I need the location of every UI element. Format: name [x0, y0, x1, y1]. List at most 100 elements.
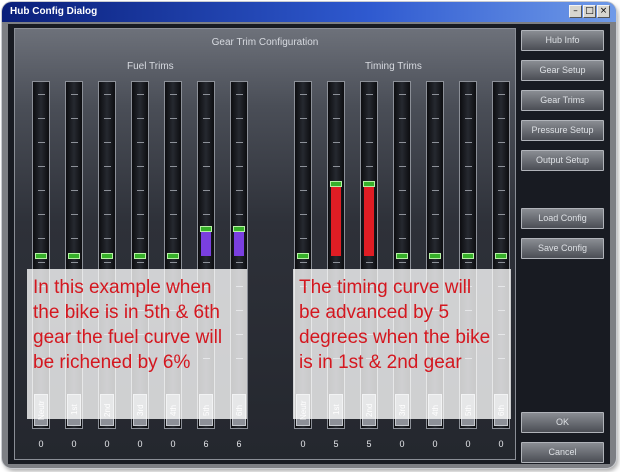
- slider-tick: [432, 262, 439, 263]
- fuel-trim-value: 0: [170, 439, 176, 449]
- slider-tick: [71, 94, 78, 95]
- gear-trim-panel: Gear Trim Configuration Fuel Trims Timin…: [14, 28, 516, 460]
- slider-thumb[interactable]: [101, 253, 113, 259]
- slider-thumb[interactable]: [134, 253, 146, 259]
- slider-tick: [236, 190, 243, 191]
- save-config-button[interactable]: Save Config: [521, 238, 604, 259]
- slider-thumb[interactable]: [462, 253, 474, 259]
- timing-trim-value: 5: [333, 439, 339, 449]
- annotation-line: be advanced by 5: [299, 302, 450, 323]
- slider-tick: [498, 262, 505, 263]
- dialog-body: Gear Trim Configuration Fuel Trims Timin…: [8, 24, 610, 464]
- slider-tick: [300, 166, 307, 167]
- fuel-trim-value: 0: [38, 439, 44, 449]
- window-controls: – □ ×: [569, 5, 610, 18]
- slider-tick: [465, 142, 472, 143]
- slider-tick: [170, 214, 177, 215]
- slider-tick: [137, 166, 144, 167]
- slider-tick: [104, 94, 111, 95]
- slider-tick: [465, 238, 472, 239]
- slider-tick: [399, 142, 406, 143]
- slider-thumb[interactable]: [396, 253, 408, 259]
- hub-info-button[interactable]: Hub Info: [521, 30, 604, 51]
- slider-tick: [71, 262, 78, 263]
- slider-tick: [300, 262, 307, 263]
- title-bar[interactable]: Hub Config Dialog – □ ×: [2, 2, 616, 22]
- slider-tick: [399, 166, 406, 167]
- slider-tick: [300, 94, 307, 95]
- slider-tick: [300, 238, 307, 239]
- slider-tick: [399, 262, 406, 263]
- slider-tick: [465, 262, 472, 263]
- slider-tick: [333, 142, 340, 143]
- slider-tick: [137, 238, 144, 239]
- slider-tick: [104, 238, 111, 239]
- slider-tick: [71, 238, 78, 239]
- slider-tick: [104, 166, 111, 167]
- slider-tick: [71, 214, 78, 215]
- fuel-trim-value: 6: [203, 439, 209, 449]
- slider-tick: [399, 238, 406, 239]
- ok-button[interactable]: OK: [521, 412, 604, 433]
- gear-trims-button[interactable]: Gear Trims: [521, 90, 604, 111]
- slider-tick: [498, 214, 505, 215]
- slider-tick: [170, 262, 177, 263]
- window-title: Hub Config Dialog: [10, 6, 98, 17]
- slider-tick: [465, 214, 472, 215]
- slider-tick: [300, 190, 307, 191]
- annotation-line: gear the fuel curve will: [33, 327, 223, 348]
- fuel-trim-value: 0: [137, 439, 143, 449]
- maximize-button[interactable]: □: [583, 5, 596, 18]
- slider-tick: [38, 262, 45, 263]
- slider-tick: [104, 214, 111, 215]
- slider-tick: [38, 94, 45, 95]
- timing-trim-value: 0: [465, 439, 471, 449]
- load-config-button[interactable]: Load Config: [521, 208, 604, 229]
- cancel-button[interactable]: Cancel: [521, 442, 604, 463]
- slider-thumb[interactable]: [167, 253, 179, 259]
- slider-thumb[interactable]: [233, 225, 245, 232]
- slider-tick: [300, 214, 307, 215]
- slider-tick: [366, 166, 373, 167]
- slider-tick: [300, 142, 307, 143]
- annotation-line: is in 1st & 2nd gear: [299, 352, 462, 373]
- dialog-window: Hub Config Dialog – □ × Gear Trim Config…: [2, 2, 616, 468]
- slider-tick: [498, 238, 505, 239]
- slider-thumb[interactable]: [363, 180, 375, 187]
- timing-trim-value: 0: [432, 439, 438, 449]
- slider-tick: [236, 166, 243, 167]
- slider-thumb[interactable]: [429, 253, 441, 259]
- close-button[interactable]: ×: [597, 5, 610, 18]
- slider-thumb[interactable]: [495, 253, 507, 259]
- slider-tick: [71, 166, 78, 167]
- timing-trim-fill: [331, 183, 341, 256]
- timing-trims-title: Timing Trims: [365, 61, 422, 72]
- slider-tick: [137, 262, 144, 263]
- slider-thumb[interactable]: [200, 225, 212, 232]
- fuel-trim-value: 0: [104, 439, 110, 449]
- output-setup-button[interactable]: Output Setup: [521, 150, 604, 171]
- slider-tick: [137, 214, 144, 215]
- timing-annotation: The timing curve will be advanced by 5 d…: [293, 269, 511, 419]
- slider-tick: [432, 94, 439, 95]
- slider-tick: [432, 118, 439, 119]
- slider-tick: [498, 94, 505, 95]
- slider-thumb[interactable]: [297, 253, 309, 259]
- slider-tick: [38, 238, 45, 239]
- minimize-button[interactable]: –: [569, 5, 582, 18]
- slider-tick: [399, 118, 406, 119]
- fuel-trim-fill: [234, 228, 244, 256]
- slider-thumb[interactable]: [330, 180, 342, 187]
- slider-tick: [38, 190, 45, 191]
- timing-trim-fill: [364, 183, 374, 256]
- slider-tick: [170, 118, 177, 119]
- slider-tick: [38, 118, 45, 119]
- slider-thumb[interactable]: [68, 253, 80, 259]
- slider-thumb[interactable]: [35, 253, 47, 259]
- pressure-setup-button[interactable]: Pressure Setup: [521, 120, 604, 141]
- slider-tick: [333, 166, 340, 167]
- slider-tick: [366, 142, 373, 143]
- timing-trim-value: 0: [399, 439, 405, 449]
- slider-tick: [170, 94, 177, 95]
- gear-setup-button[interactable]: Gear Setup: [521, 60, 604, 81]
